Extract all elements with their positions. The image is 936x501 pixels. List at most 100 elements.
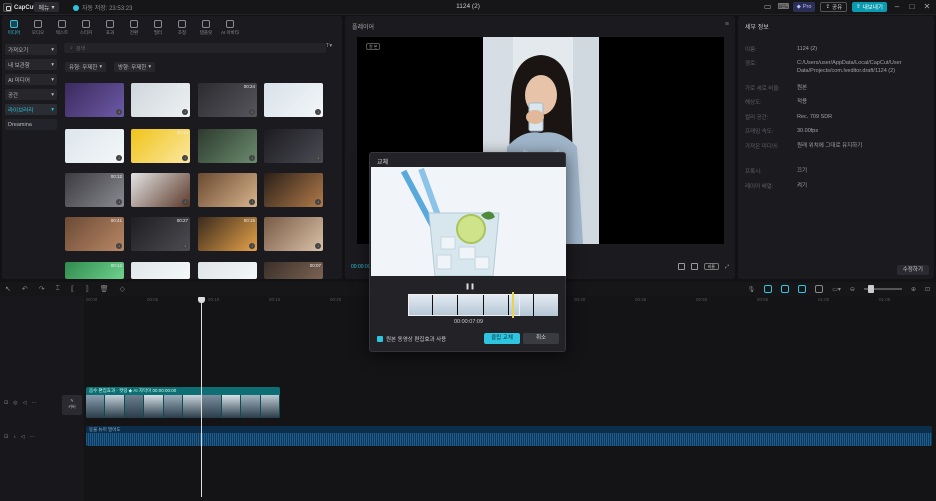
more-icon[interactable]: ⋯	[30, 434, 35, 440]
redo-icon[interactable]: ↷	[39, 285, 45, 293]
media-thumbnail[interactable]	[198, 262, 257, 279]
mute-icon[interactable]: ◁	[23, 400, 27, 406]
maximize-icon[interactable]: □	[907, 2, 917, 12]
tab-filter[interactable]: 필터	[146, 16, 170, 39]
hide-icon[interactable]: ◎	[13, 400, 17, 406]
checkbox-checked-icon[interactable]	[377, 336, 383, 342]
type-filter[interactable]: 유형: 무제한 ▾	[65, 62, 107, 72]
preview-axis-icon[interactable]	[815, 285, 824, 293]
media-thumbnail[interactable]: 00:24 ↓	[198, 83, 257, 117]
ratio-button[interactable]: 비율	[703, 263, 719, 270]
download-icon[interactable]: ↓	[116, 155, 122, 161]
media-thumbnail[interactable]: ↓	[264, 83, 323, 117]
tab-text[interactable]: 텍스트	[50, 16, 74, 39]
replace-clip-button[interactable]: 클립 교체	[484, 333, 520, 344]
tab-adjust[interactable]: 조정	[170, 16, 194, 39]
minimize-icon[interactable]: –	[892, 2, 902, 12]
share-button[interactable]: ⇪ 공유	[820, 2, 848, 12]
download-icon[interactable]: ↓	[315, 243, 321, 249]
undo-icon[interactable]: ↶	[22, 285, 28, 293]
media-thumbnail[interactable]: ↓	[198, 129, 257, 163]
download-icon[interactable]: ↓	[315, 199, 321, 205]
export-button[interactable]: ⇧ 내보내기	[852, 2, 887, 12]
microphone-icon[interactable]: 🎙	[748, 286, 756, 293]
download-icon[interactable]: ↓	[182, 243, 188, 249]
fit-icon[interactable]: ⊡	[925, 286, 930, 293]
video-clip[interactable]: 음수 편집효과 · 컷링 ◆ AI 자막이 00:00:00:00	[86, 387, 280, 418]
auto-snap-icon[interactable]	[781, 285, 790, 293]
media-thumbnail[interactable]: 00:12	[131, 262, 190, 279]
lock-icon[interactable]: ⊡	[4, 400, 8, 406]
audio-clip[interactable]: 동물 뉴미 멀어도	[86, 426, 932, 446]
keyboard-icon[interactable]: ⌨	[778, 2, 790, 12]
pause-icon[interactable]: ❚❚	[465, 283, 475, 290]
media-thumbnail[interactable]: 00:41 ↓	[65, 217, 124, 251]
media-thumbnail[interactable]: ↓	[65, 83, 124, 117]
tab-transition[interactable]: 전환	[122, 16, 146, 39]
download-icon[interactable]: ↓	[116, 109, 122, 115]
crop-icon[interactable]	[690, 263, 698, 270]
mute-icon[interactable]: ◁	[21, 434, 25, 440]
download-icon[interactable]: ↓	[249, 155, 255, 161]
tab-effect[interactable]: 효과	[98, 16, 122, 39]
zoom-out-icon[interactable]: ⊖	[850, 286, 855, 293]
more-icon[interactable]: ⋯	[31, 400, 36, 406]
category-item[interactable]: 가져오기 ▾	[5, 44, 57, 55]
orientation-filter[interactable]: 방향: 무제한 ▾	[114, 62, 156, 72]
media-thumbnail[interactable]: ↓	[264, 217, 323, 251]
search-input[interactable]: ⌕ 검색	[64, 43, 326, 53]
media-thumbnail[interactable]: 00:16 ↓	[131, 129, 190, 163]
text-search-button[interactable]: T▾	[326, 43, 332, 49]
zoom-slider[interactable]	[863, 285, 902, 293]
download-icon[interactable]: ↓	[315, 155, 321, 161]
media-thumbnail[interactable]: ↓	[264, 173, 323, 207]
split-right-icon[interactable]: ⟧	[85, 285, 88, 293]
fullscreen-icon[interactable]: ⤢	[725, 264, 729, 270]
lock-icon[interactable]: ⊡	[4, 434, 8, 440]
close-icon[interactable]: ✕	[922, 2, 932, 12]
tab-media[interactable]: 미디어	[2, 16, 26, 39]
media-thumbnail[interactable]: 00:09 ↓	[131, 83, 190, 117]
tab-audio[interactable]: 오디오	[26, 16, 50, 39]
cover-button[interactable]: ✎ 커버	[62, 395, 82, 415]
quality-icon[interactable]	[677, 263, 685, 270]
media-thumbnail[interactable]: ↓	[264, 129, 323, 163]
download-icon[interactable]: ↓	[182, 109, 188, 115]
download-icon[interactable]: ↓	[249, 109, 255, 115]
category-item[interactable]: AI 미디어 ▾	[5, 74, 57, 85]
category-item[interactable]: Dreamina	[5, 119, 57, 130]
link-icon[interactable]	[798, 285, 807, 293]
selection-range[interactable]	[408, 294, 520, 316]
position-marker[interactable]	[512, 292, 514, 318]
delete-icon[interactable]: 🗑	[100, 285, 109, 293]
media-thumbnail[interactable]: ↓	[65, 129, 124, 163]
tab-sticker[interactable]: 스티커	[74, 16, 98, 39]
pro-button[interactable]: ◆ Pro	[792, 2, 816, 12]
category-item[interactable]: 라이브러리 ▾	[5, 104, 57, 115]
keep-effects-checkbox[interactable]: 원본 동영상 편집효과 사용	[377, 335, 446, 343]
main-track-magnet-icon[interactable]	[764, 285, 773, 293]
category-item[interactable]: 공간 ▾	[5, 89, 57, 100]
download-icon[interactable]: ↓	[249, 199, 255, 205]
playhead[interactable]	[198, 297, 205, 497]
select-cursor-icon[interactable]: ↖	[5, 285, 11, 293]
modify-button[interactable]: 수정하기	[896, 265, 929, 275]
media-thumbnail[interactable]: 00:12	[65, 262, 124, 279]
download-icon[interactable]: ↓	[116, 199, 122, 205]
shield-icon[interactable]: ◇	[120, 285, 125, 293]
split-left-icon[interactable]: ⟦	[71, 285, 74, 293]
download-icon[interactable]: ↓	[182, 155, 188, 161]
tab-ai-avatar[interactable]: AI 아바타	[218, 16, 242, 39]
download-icon[interactable]: ↓	[249, 243, 255, 249]
caption-icon[interactable]: ▭▾	[832, 286, 841, 293]
media-thumbnail[interactable]: ↓	[198, 173, 257, 207]
download-icon[interactable]: ↓	[182, 199, 188, 205]
audio-icon[interactable]: ♪	[13, 434, 16, 440]
zoom-in-icon[interactable]: ⊕	[911, 286, 916, 293]
media-thumbnail[interactable]: ↓	[131, 173, 190, 207]
download-icon[interactable]: ↓	[315, 109, 321, 115]
layout-icon[interactable]: ▭	[763, 2, 773, 12]
media-thumbnail[interactable]: 00:07	[264, 262, 323, 279]
more-menu-icon[interactable]: ≡	[725, 21, 729, 28]
tab-template[interactable]: 템플릿	[194, 16, 218, 39]
